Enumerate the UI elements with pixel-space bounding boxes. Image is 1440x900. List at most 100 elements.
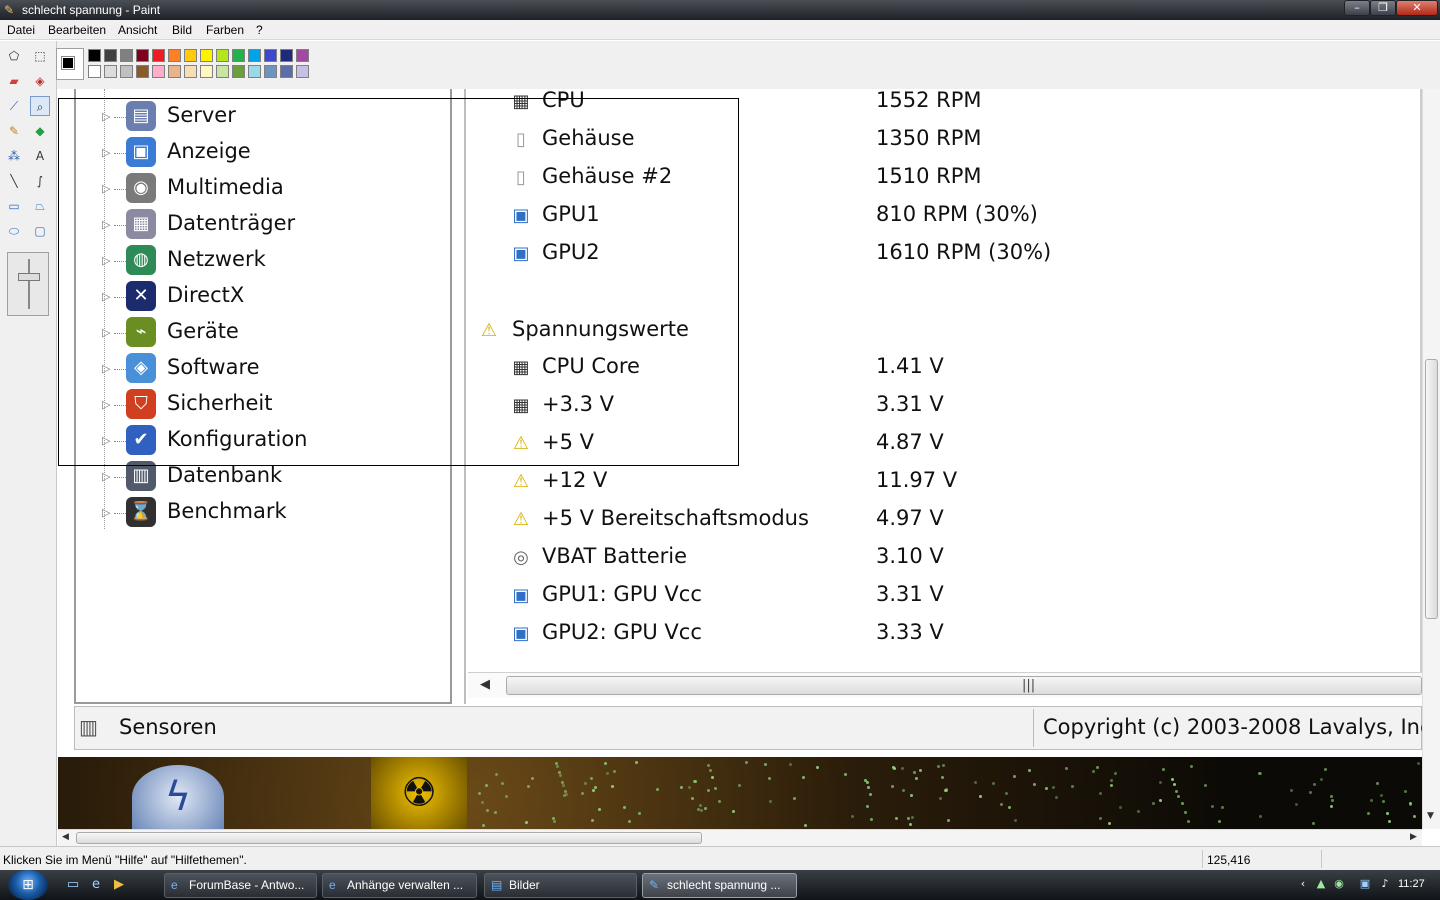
palette-swatch[interactable] [232,65,245,78]
tree-item[interactable]: ▷ ✕ DirectX [74,281,444,315]
menu-bild[interactable]: Bild [172,23,192,37]
palette-swatch[interactable] [264,65,277,78]
palette-swatch[interactable] [104,49,117,62]
close-button[interactable]: ✕ [1396,0,1438,16]
scroll-right-small-icon[interactable]: ▶ [1410,832,1417,842]
paint-canvas[interactable]: ▷ ▤ Server ▷ ▣ Anzeige ▷ ◉ Multimedia ▷ ▦ Datenträg… [58,89,1422,829]
tree-item[interactable]: ▷ ⌛ Benchmark [74,497,444,531]
tree-item[interactable]: ▷ ⛉ Sicherheit [74,389,444,423]
palette-swatch[interactable] [200,65,213,78]
start-button[interactable]: ⊞ [8,870,48,900]
tree-item[interactable]: ▷ ▦ Datenträger [74,209,444,243]
rounded-rect-icon[interactable]: ▢ [30,221,50,241]
taskbar-button[interactable]: e ForumBase - Antwo... [164,873,317,898]
polygon-icon[interactable]: ⏢ [30,196,50,216]
menu-ansicht[interactable]: Ansicht [118,23,157,37]
shield-icon: ⛉ [126,389,156,419]
ellipse-icon[interactable]: ⬭ [4,221,24,241]
palette-swatch[interactable] [88,65,101,78]
palette-swatch[interactable] [184,65,197,78]
airbrush-icon[interactable]: ⁂ [4,146,24,166]
palette-swatch[interactable] [104,65,117,78]
palette-swatch[interactable] [168,49,181,62]
palette-swatch[interactable] [264,49,277,62]
palette-swatch[interactable] [184,49,197,62]
taskbar-button[interactable]: ✎ schlecht spannung ... [642,873,797,898]
rect-select-icon[interactable]: ⬚ [30,46,50,66]
curve-icon[interactable]: ∫ [30,171,50,191]
tray-expand-icon[interactable]: ‹ [1296,877,1310,891]
palette-swatch[interactable] [88,49,101,62]
scroll-left-small-icon[interactable]: ◀ [62,832,69,842]
tray-app-icon[interactable]: ◉ [1332,877,1346,891]
canvas-hscroll-thumb[interactable] [76,832,702,844]
palette-swatch[interactable] [248,65,261,78]
tray-monitor-icon[interactable]: ▣ [1358,877,1372,891]
tree-item[interactable]: ▷ ◍ Netzwerk [74,245,444,279]
taskbar-button[interactable]: ▤ Bilder [484,873,637,898]
tray-network-icon[interactable]: ▲ [1314,877,1328,891]
tree-item[interactable]: ▷ ▤ Server [74,101,444,135]
palette-swatch[interactable] [136,49,149,62]
tree-item[interactable]: ▷ ◉ Multimedia [74,173,444,207]
palette-swatch[interactable] [136,65,149,78]
current-colors[interactable] [56,48,84,80]
inner-scroll-thumb[interactable]: ||| [506,676,1422,695]
magnifier-icon[interactable]: ⌕ [30,96,50,116]
wallpaper-dot [1008,806,1011,809]
menu-datei[interactable]: Datei [7,23,35,37]
palette-swatch[interactable] [296,49,309,62]
line-icon[interactable]: ╲ [4,171,24,191]
menu-help[interactable]: ? [256,23,263,37]
tree-item[interactable]: ▷ ✔ Konfiguration [74,425,444,459]
free-select-icon[interactable]: ⬠ [4,46,24,66]
palette-swatch[interactable] [280,49,293,62]
canvas-horizontal-scrollbar[interactable]: ◀ ▶ [58,829,1422,846]
show-desktop-icon[interactable]: ▭ [64,876,82,894]
maximize-button[interactable]: ❐ [1370,0,1396,16]
brush-icon[interactable]: ◆ [30,121,50,141]
palette-swatch[interactable] [248,49,261,62]
color-picker-icon[interactable]: ⟋ [4,96,24,116]
palette-swatch[interactable] [216,49,229,62]
palette-swatch[interactable] [152,49,165,62]
wallpaper-dot [691,797,694,800]
palette-swatch[interactable] [216,65,229,78]
volume-icon[interactable]: ♪ [1378,877,1392,891]
minimize-button[interactable]: – [1344,0,1370,16]
rectangle-icon[interactable]: ▭ [4,196,24,216]
tree-item[interactable]: ▷ ▣ Anzeige [74,137,444,171]
palette-swatch[interactable] [232,49,245,62]
pencil-icon[interactable]: ✎ [4,121,24,141]
ie-quicklaunch-icon[interactable]: e [87,876,105,894]
palette-swatch[interactable] [168,65,181,78]
palette-swatch[interactable] [120,49,133,62]
wallpaper-dot [604,762,607,765]
canvas-vscroll-thumb[interactable] [1425,359,1438,619]
tree-item[interactable]: ▷ ▥ Datenbank [74,461,444,495]
tree-item-label: Server [167,103,236,127]
scroll-down-icon[interactable]: ▼ [1427,811,1434,821]
palette-swatch[interactable] [280,65,293,78]
inner-horizontal-scrollbar[interactable]: ◀ ||| [468,672,1422,698]
eraser-icon[interactable]: ▰ [4,71,24,91]
tree-item[interactable]: ▷ ◈ Software [74,353,444,387]
wallpaper-dot [867,786,870,789]
battery-icon: ◎ [513,547,529,568]
sensor-label: GPU1 [542,202,600,226]
tree-item[interactable]: ▷ ⌁ Geräte [74,317,444,351]
taskbar-button[interactable]: e Anhänge verwalten ... [322,873,477,898]
palette-swatch[interactable] [200,49,213,62]
palette-swatch[interactable] [120,65,133,78]
fill-icon[interactable]: ◈ [30,71,50,91]
scroll-left-icon[interactable]: ◀ [480,677,490,692]
palette-swatch[interactable] [152,65,165,78]
menu-bearbeiten[interactable]: Bearbeiten [48,23,106,37]
palette-swatch[interactable] [296,65,309,78]
canvas-vertical-scrollbar[interactable]: ▼ [1422,89,1440,829]
text-icon[interactable]: A [30,146,50,166]
primary-color[interactable] [61,56,75,70]
media-quicklaunch-icon[interactable]: ▶ [110,876,128,894]
menu-farben[interactable]: Farben [206,23,244,37]
zoom-slider[interactable] [7,252,49,316]
